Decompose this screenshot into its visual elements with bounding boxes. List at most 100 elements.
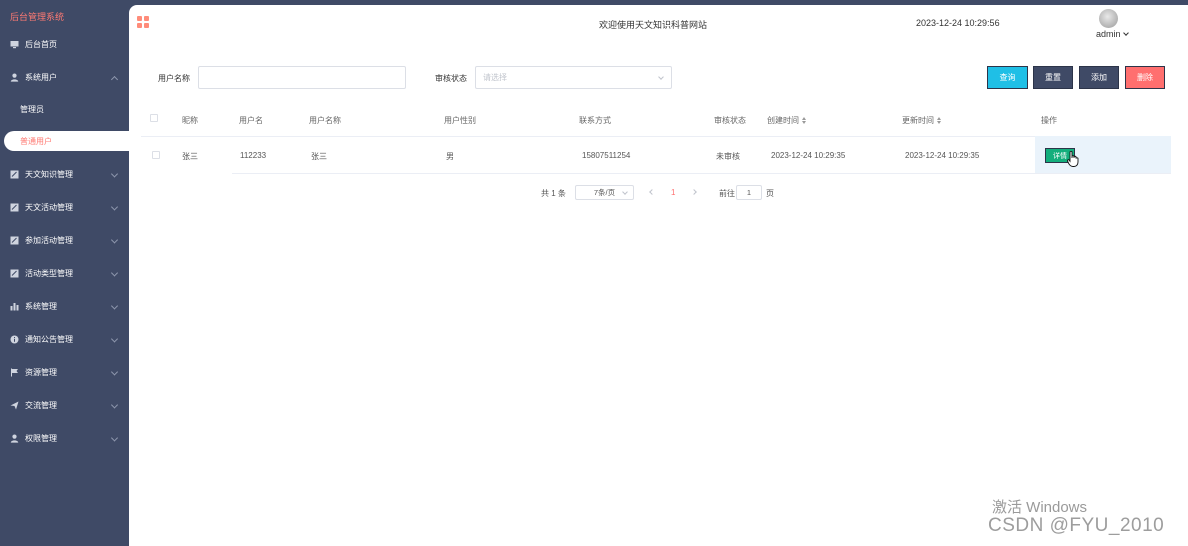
column-header-phone: 联系方式	[579, 116, 611, 125]
add-button[interactable]: 添加	[1079, 66, 1119, 89]
column-header-updated[interactable]: 更新时间	[902, 115, 942, 126]
sidebar-subitem-normal-users[interactable]: 普通用户	[4, 131, 129, 151]
sidebar-item-label: 系统用户	[25, 73, 57, 82]
sidebar-item-astronomy-activities[interactable]: 天文活动管理	[0, 191, 129, 224]
csdn-watermark: CSDN @FYU_2010	[988, 515, 1165, 536]
chevron-down-icon	[622, 189, 628, 195]
sidebar-item-label: 通知公告管理	[25, 335, 73, 344]
chevron-down-icon	[110, 433, 119, 442]
goto-page-input[interactable]: 1	[736, 185, 762, 200]
column-header-name: 用户名称	[309, 116, 341, 125]
user-icon	[10, 73, 19, 82]
sidebar-item-label: 天文活动管理	[25, 203, 73, 212]
sidebar-item-label: 普通用户	[20, 136, 52, 146]
user-menu[interactable]: admin	[1096, 29, 1129, 39]
cell-nickname: 张三	[182, 152, 198, 161]
column-header-status: 审核状态	[714, 116, 746, 125]
prev-page-icon[interactable]	[649, 189, 655, 195]
sidebar-item-notices[interactable]: 通知公告管理	[0, 323, 129, 356]
bar-chart-icon	[10, 302, 19, 311]
column-header-username: 用户名	[239, 116, 263, 125]
pagination-total: 共 1 条	[541, 189, 566, 198]
sidebar-item-label: 交流管理	[25, 401, 57, 410]
doc-icon	[10, 203, 19, 212]
cell-username: 112233	[240, 151, 267, 160]
sort-icon[interactable]	[937, 117, 942, 124]
row-checkbox[interactable]	[152, 151, 160, 159]
sidebar-item-label: 资源管理	[25, 368, 57, 377]
status-filter-placeholder: 请选择	[483, 73, 507, 82]
chevron-down-icon	[110, 400, 119, 409]
chevron-down-icon	[110, 268, 119, 277]
cell-phone: 15807511254	[582, 151, 631, 160]
sidebar-item-label: 权限管理	[25, 434, 57, 443]
page-number-current[interactable]: 1	[671, 188, 675, 197]
chevron-down-icon	[110, 235, 119, 244]
sidebar-item-astronomy-knowledge[interactable]: 天文知识管理	[0, 158, 129, 191]
app-root: 后台管理系统 后台首页 系统用户 管理员 普通用户 天文知识管理 天文活动管理 …	[0, 0, 1188, 546]
chevron-down-icon	[110, 367, 119, 376]
cell-gender: 男	[446, 152, 454, 161]
sidebar-item-label: 后台首页	[25, 40, 57, 49]
page-size-select[interactable]: 7条/页	[575, 185, 634, 200]
row-divider	[232, 173, 1171, 174]
username-search-input[interactable]	[198, 66, 406, 89]
sidebar-item-permissions[interactable]: 权限管理	[0, 422, 129, 455]
column-header-action: 操作	[1041, 116, 1057, 125]
sidebar-item-activity-types[interactable]: 活动类型管理	[0, 257, 129, 290]
doc-icon	[10, 170, 19, 179]
chevron-down-icon	[110, 202, 119, 211]
cell-name: 张三	[311, 152, 327, 161]
reset-button[interactable]: 重置	[1033, 66, 1073, 89]
info-icon	[10, 335, 19, 344]
page-suffix: 页	[766, 189, 774, 198]
select-all-checkbox[interactable]	[150, 114, 158, 122]
next-page-icon[interactable]	[691, 189, 697, 195]
sidebar: 后台管理系统 后台首页 系统用户 管理员 普通用户 天文知识管理 天文活动管理 …	[0, 0, 129, 546]
avatar[interactable]	[1099, 9, 1118, 28]
current-datetime: 2023-12-24 10:29:56	[916, 18, 1000, 28]
column-header-updated-label: 更新时间	[902, 116, 934, 125]
sidebar-item-home[interactable]: 后台首页	[0, 28, 129, 61]
chevron-down-icon	[658, 74, 664, 80]
doc-icon	[10, 236, 19, 245]
sidebar-subitem-admins[interactable]: 管理员	[0, 94, 129, 124]
sidebar-item-label: 系统管理	[25, 302, 57, 311]
column-header-created[interactable]: 创建时间	[767, 115, 807, 126]
sidebar-item-label: 活动类型管理	[25, 269, 73, 278]
chevron-down-icon	[110, 301, 119, 310]
sidebar-item-join-activities[interactable]: 参加活动管理	[0, 224, 129, 257]
main-panel: 欢迎使用天文知识科普网站 2023-12-24 10:29:56 admin 用…	[129, 5, 1188, 546]
chevron-up-icon	[110, 75, 119, 83]
page-size-value: 7条/页	[593, 188, 616, 197]
column-header-created-label: 创建时间	[767, 116, 799, 125]
goto-label: 前往	[719, 189, 735, 198]
column-header-nickname: 昵称	[182, 116, 198, 125]
sidebar-item-system-users[interactable]: 系统用户	[0, 61, 129, 94]
chevron-down-icon	[1122, 30, 1129, 36]
header-divider	[141, 136, 1171, 137]
user-icon	[10, 434, 19, 443]
status-filter-label: 审核状态	[435, 74, 467, 83]
username-label: admin	[1096, 29, 1121, 39]
delete-button[interactable]: 删除	[1125, 66, 1165, 89]
sidebar-item-label: 参加活动管理	[25, 236, 73, 245]
sort-icon[interactable]	[802, 117, 807, 124]
cell-status: 未审核	[716, 152, 740, 161]
sidebar-item-resources[interactable]: 资源管理	[0, 356, 129, 389]
menu-grid-icon[interactable]	[137, 16, 149, 28]
monitor-icon	[10, 40, 19, 49]
query-button[interactable]: 查询	[987, 66, 1028, 89]
flag-icon	[10, 368, 19, 377]
hand-cursor-icon	[1067, 151, 1079, 167]
column-header-gender: 用户性别	[444, 116, 476, 125]
sidebar-item-communication[interactable]: 交流管理	[0, 389, 129, 422]
doc-icon	[10, 269, 19, 278]
username-search-label: 用户名称	[158, 74, 190, 83]
sidebar-item-label: 天文知识管理	[25, 170, 73, 179]
chevron-down-icon	[110, 334, 119, 343]
welcome-text: 欢迎使用天文知识科普网站	[599, 20, 708, 30]
sidebar-item-system-management[interactable]: 系统管理	[0, 290, 129, 323]
cell-updated: 2023-12-24 10:29:35	[905, 151, 980, 160]
status-filter-select[interactable]: 请选择	[475, 66, 672, 89]
